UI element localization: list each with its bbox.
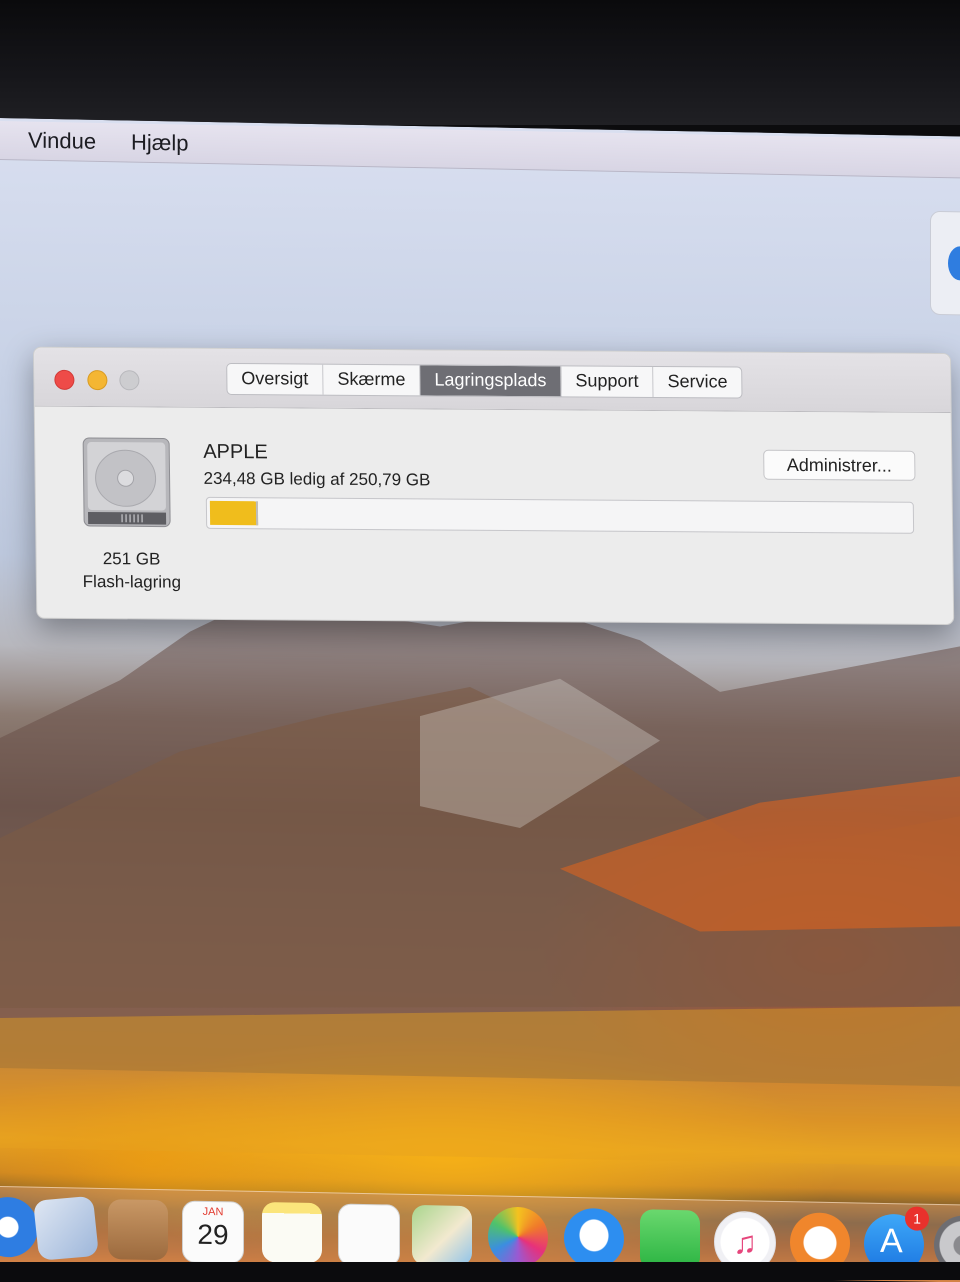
tab-lagringsplads[interactable]: Lagringsplads [420, 365, 561, 396]
storage-used-segment[interactable] [210, 501, 258, 525]
tab-support[interactable]: Support [561, 366, 653, 397]
screen-bezel-bottom [0, 1262, 960, 1280]
app-icon [948, 246, 960, 280]
desktop-screen: Vindue Hjælp Oversigt Skærme Lagringspla… [0, 118, 960, 1282]
calendar-month: JAN [183, 1206, 243, 1219]
reminders-icon[interactable] [338, 1203, 400, 1266]
partial-window-right-edge[interactable] [930, 211, 960, 316]
hard-drive-icon [81, 436, 172, 529]
contacts-icon[interactable] [108, 1199, 168, 1260]
volume-free-space: 234,48 GB ledig af 250,79 GB [203, 469, 430, 491]
manage-storage-button[interactable]: Administrer... [763, 450, 915, 481]
app-store-glyph-icon: A [880, 1222, 903, 1261]
app-store-badge: 1 [905, 1206, 929, 1230]
close-button[interactable] [54, 370, 74, 390]
notes-icon[interactable] [262, 1202, 322, 1263]
photos-icon[interactable] [488, 1206, 548, 1267]
about-this-mac-window: Oversigt Skærme Lagringsplads Support Se… [33, 347, 954, 625]
wallpaper-mountain [0, 588, 960, 1166]
zoom-button[interactable] [119, 370, 139, 390]
tab-skaerme[interactable]: Skærme [323, 365, 420, 396]
tab-oversigt[interactable]: Oversigt [227, 364, 323, 395]
menu-item-hjaelp[interactable]: Hjælp [131, 130, 188, 157]
window-titlebar: Oversigt Skærme Lagringsplads Support Se… [34, 348, 951, 413]
maps-icon[interactable] [412, 1205, 472, 1266]
calendar-icon[interactable]: JAN 29 [182, 1200, 244, 1263]
menu-item-vindue[interactable]: Vindue [28, 128, 96, 155]
storage-panel: 251 GB Flash-lagring APPLE 234,48 GB led… [35, 406, 954, 624]
minimize-button[interactable] [87, 370, 107, 390]
tab-bar: Oversigt Skærme Lagringsplads Support Se… [226, 363, 743, 399]
volume-name: APPLE [203, 441, 268, 464]
music-note-icon: ♫ [733, 1224, 757, 1261]
disk-type: Flash-lagring [67, 572, 197, 593]
screen-bezel-top [0, 0, 960, 125]
mail-icon[interactable] [33, 1196, 99, 1261]
calendar-day: 29 [183, 1219, 243, 1252]
disk-capacity: 251 GB [66, 549, 196, 570]
safari-icon[interactable] [0, 1197, 38, 1258]
tab-service[interactable]: Service [653, 367, 741, 398]
messages-icon[interactable] [564, 1208, 624, 1269]
storage-usage-bar[interactable] [206, 497, 914, 534]
